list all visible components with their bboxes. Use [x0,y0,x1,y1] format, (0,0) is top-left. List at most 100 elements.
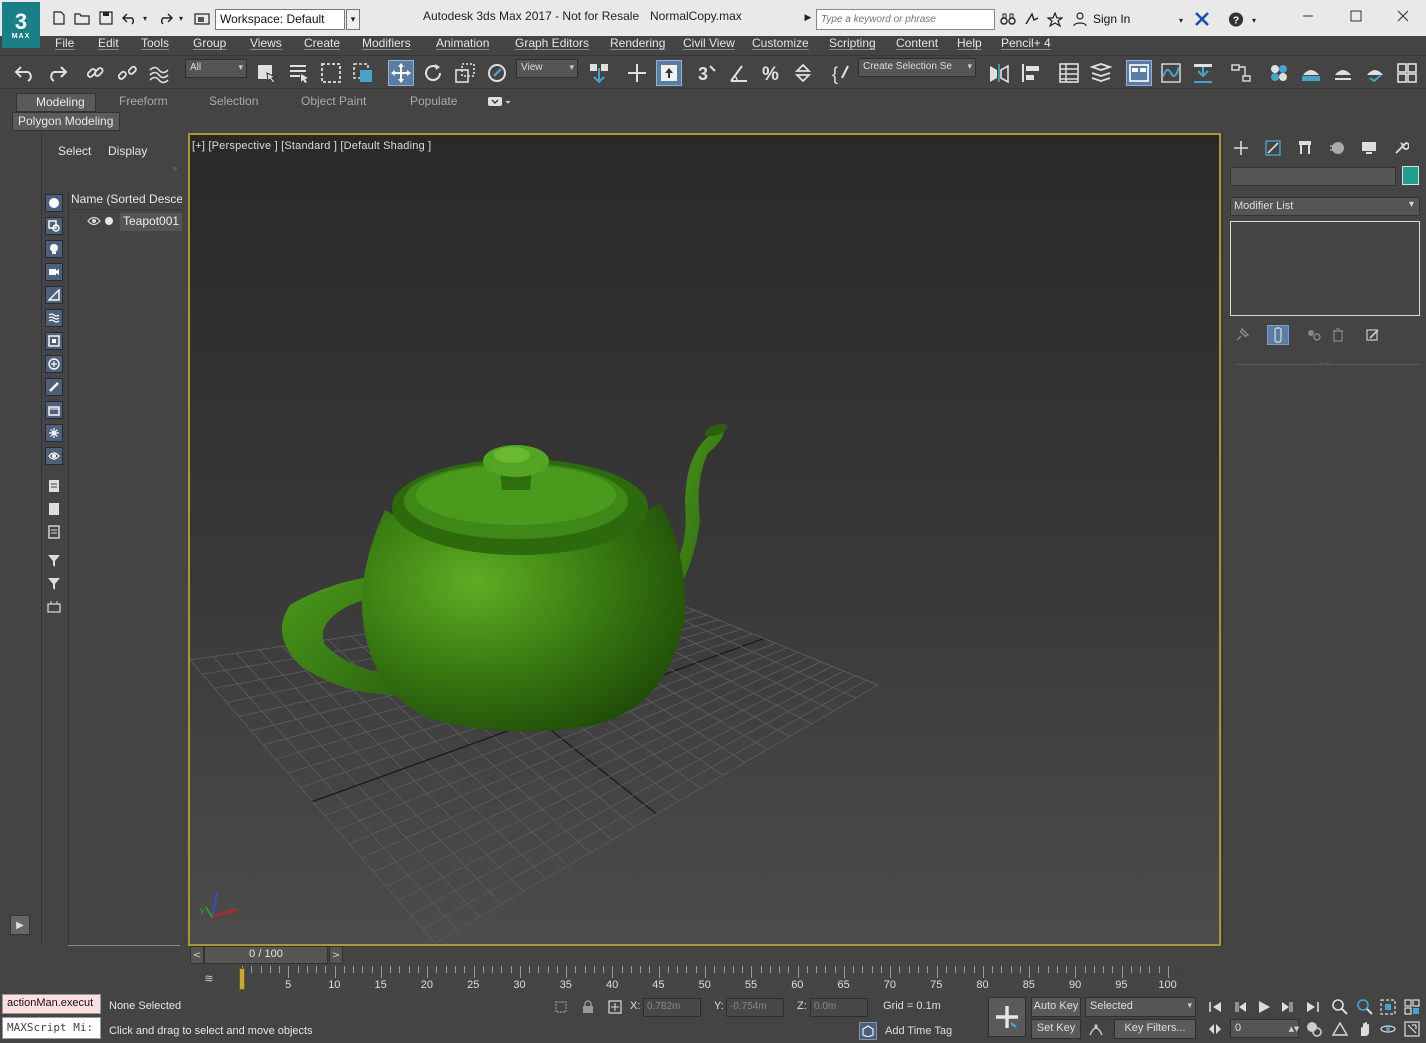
menu-edit[interactable]: Edit [98,36,119,50]
close-icon[interactable] [1388,6,1418,26]
menu-create[interactable]: Create [304,36,340,50]
undo-icon[interactable] [122,10,138,26]
edit-named-selections-icon[interactable]: { [828,60,854,86]
menu-help[interactable]: Help [957,36,982,50]
viewport-scene[interactable]: x y z [190,135,1219,944]
modifier-stack[interactable] [1230,221,1420,316]
display-none-icon[interactable] [45,500,63,518]
hierarchy-tab-icon[interactable] [1293,138,1317,158]
communication-center-icon[interactable] [1024,11,1040,27]
display-containers-icon[interactable] [45,401,63,419]
go-to-end-icon[interactable] [1303,998,1323,1016]
visibility-eye-icon[interactable] [86,214,102,228]
viewport-label-menu[interactable]: [+] [Perspective ] [Standard ] [Default … [192,140,431,152]
favorites-star-icon[interactable] [1047,11,1063,27]
key-selection-dropdown[interactable]: Selected [1085,997,1196,1017]
ribbon-tab-object-paint[interactable]: Object Paint [301,94,366,108]
window-crossing-icon[interactable] [350,60,376,86]
pan-view-icon[interactable] [1355,1020,1375,1038]
menu-rendering[interactable]: Rendering [610,36,665,50]
new-file-icon[interactable] [51,10,67,26]
default-in-out-tangents-icon[interactable] [1086,1020,1106,1038]
key-filters-button[interactable]: Key Filters... [1114,1019,1196,1039]
time-next-icon[interactable]: > [329,946,343,964]
link-icon[interactable] [82,60,108,86]
undo-dropdown-icon[interactable]: ▾ [140,10,150,26]
align-icon[interactable] [1018,60,1044,86]
display-xrefs-icon[interactable] [45,355,63,373]
menu-modifiers[interactable]: Modifiers [362,36,411,50]
play-icon[interactable] [1254,998,1274,1016]
show-end-result-icon[interactable] [1267,325,1289,345]
auto-key-button[interactable]: Auto Key [1031,997,1081,1017]
percent-snap-icon[interactable]: % [758,60,784,86]
render-in-cloud-icon[interactable] [1394,60,1420,86]
previous-frame-icon[interactable] [1231,998,1251,1016]
select-and-scale-icon[interactable] [452,60,478,86]
layer-sort-icon[interactable] [45,598,63,616]
display-all-icon[interactable] [45,477,63,495]
ribbon-options-icon[interactable] [487,96,511,108]
undo-icon[interactable] [12,60,38,86]
ribbon-tab-modeling[interactable]: Modeling [16,93,96,112]
select-and-place-icon[interactable] [484,60,510,86]
time-prev-icon[interactable]: < [190,946,204,964]
sign-in-dropdown-icon[interactable]: ▾ [1176,12,1186,28]
object-name-field[interactable] [1230,167,1396,186]
render-setup-icon[interactable] [1298,60,1324,86]
menu-tools[interactable]: Tools [141,36,169,50]
z-coordinate-field[interactable]: 0.0m [810,998,868,1017]
reference-coordinate-dropdown[interactable]: View [516,59,578,78]
current-frame-marker[interactable] [239,968,245,990]
pin-stack-icon[interactable] [1232,325,1252,345]
maximize-icon[interactable] [1341,6,1371,26]
remove-modifier-icon[interactable] [1328,325,1348,345]
filter-toggle-icon[interactable] [45,552,63,570]
name-column-header[interactable]: Name (Sorted Descending) [68,192,182,210]
ribbon-tab-selection[interactable]: Selection [209,94,258,108]
maxscript-mini-listener[interactable]: MAXScript Mi: [2,1017,101,1039]
configure-modifier-sets-icon[interactable] [1363,325,1383,345]
snaps-toggle-icon[interactable]: 3 [694,60,720,86]
next-frame-icon[interactable] [1277,998,1297,1016]
teapot-object[interactable] [282,421,729,732]
filter-icon[interactable] [45,575,63,593]
save-icon[interactable] [98,10,114,26]
autodesk-x-icon[interactable] [1194,11,1210,27]
expand-arrow-icon[interactable]: ▶ [10,915,30,935]
use-pivot-center-icon[interactable] [586,60,612,86]
display-frozen-icon[interactable] [45,424,63,442]
open-folder-icon[interactable] [74,10,90,26]
menu-pencil[interactable]: Pencil+ 4 [1001,36,1051,50]
menu-animation[interactable]: Animation [436,36,489,50]
layer-explorer-icon[interactable] [1088,60,1114,86]
maximize-viewport-toggle-icon[interactable] [1402,1020,1422,1038]
dope-sheet-icon[interactable] [1190,60,1216,86]
display-cameras-icon[interactable] [45,263,63,281]
make-unique-icon[interactable] [1304,325,1324,345]
redo-icon[interactable] [44,60,70,86]
mirror-icon[interactable] [986,60,1012,86]
named-selection-dropdown[interactable]: Create Selection Se [858,58,976,77]
perspective-viewport[interactable]: x y z [188,133,1221,946]
ribbon-toggle-icon[interactable] [1126,60,1152,86]
display-tab-icon[interactable] [1357,138,1381,158]
select-by-name-icon[interactable] [286,60,312,86]
scene-explorer-toggle-icon[interactable] [1056,60,1082,86]
display-lights-icon[interactable] [45,240,63,258]
spinner-snap-icon[interactable] [790,60,816,86]
select-and-move-icon[interactable] [388,60,414,86]
app-logo[interactable]: 3 MAX [2,2,40,48]
utilities-tab-icon[interactable] [1389,138,1413,158]
object-name-label[interactable]: Teapot001 [120,213,182,231]
invert-display-icon[interactable] [45,523,63,541]
go-to-start-icon[interactable] [1205,998,1225,1016]
schematic-view-icon[interactable] [1228,60,1254,86]
ribbon-tab-freeform[interactable]: Freeform [119,94,168,108]
menu-scripting[interactable]: Scripting [829,36,876,50]
display-bones-icon[interactable] [45,378,63,396]
workspace-arrow-icon[interactable]: ▾ [346,9,360,30]
keyboard-shortcut-toggle-icon[interactable] [656,60,682,86]
display-helpers-icon[interactable] [45,286,63,304]
zoom-icon[interactable] [1330,998,1350,1016]
